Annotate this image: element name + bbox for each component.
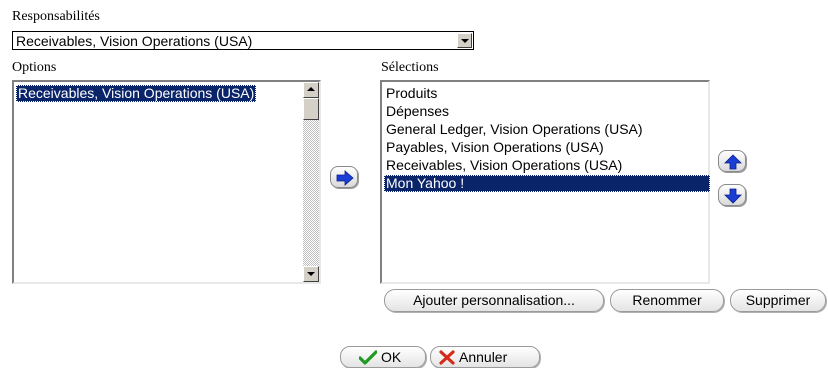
arrow-right-icon	[336, 170, 354, 186]
list-item[interactable]: Receivables, Vision Operations (USA)	[16, 85, 257, 102]
move-up-button[interactable]	[718, 150, 746, 172]
chevron-down-icon	[307, 272, 315, 276]
options-scrollbar[interactable]	[303, 82, 319, 282]
chevron-up-icon	[307, 87, 315, 91]
arrow-down-icon	[724, 188, 742, 204]
cancel-button[interactable]: Annuler	[430, 346, 540, 368]
list-item[interactable]: General Ledger, Vision Operations (USA)	[384, 121, 645, 138]
scroll-up-button[interactable]	[303, 82, 319, 98]
responsabilites-selected-value: Receivables, Vision Operations (USA)	[16, 33, 253, 49]
options-list[interactable]: Receivables, Vision Operations (USA)	[12, 80, 321, 284]
ok-button[interactable]: OK	[340, 346, 426, 368]
ok-label: OK	[381, 349, 402, 365]
checkmark-icon	[359, 350, 377, 365]
responsabilites-select[interactable]: Receivables, Vision Operations (USA)	[12, 31, 474, 50]
responsabilites-label: Responsabilités	[12, 9, 100, 24]
x-icon	[439, 350, 455, 365]
arrow-up-icon	[724, 154, 742, 170]
list-item[interactable]: Receivables, Vision Operations (USA)	[384, 157, 624, 174]
scroll-down-button[interactable]	[303, 266, 319, 282]
delete-button[interactable]: Supprimer	[730, 289, 826, 312]
list-item[interactable]: Produits	[384, 85, 439, 102]
selections-list[interactable]: Produits Dépenses General Ledger, Vision…	[380, 80, 710, 284]
selections-label: Sélections	[381, 60, 439, 75]
cancel-label: Annuler	[459, 349, 508, 365]
list-item[interactable]: Mon Yahoo !	[384, 175, 710, 192]
rename-button[interactable]: Renommer	[610, 289, 724, 312]
add-personalization-button[interactable]: Ajouter personnalisation...	[384, 289, 604, 312]
scroll-thumb[interactable]	[303, 98, 319, 120]
options-label: Options	[12, 60, 57, 75]
list-item[interactable]: Payables, Vision Operations (USA)	[384, 139, 606, 156]
dialog-actions: OK Annuler	[340, 346, 540, 368]
chevron-down-icon	[461, 39, 469, 43]
move-down-button[interactable]	[718, 184, 746, 206]
dropdown-button[interactable]	[457, 33, 472, 48]
list-item[interactable]: Dépenses	[384, 103, 451, 120]
move-right-button[interactable]	[330, 166, 358, 188]
